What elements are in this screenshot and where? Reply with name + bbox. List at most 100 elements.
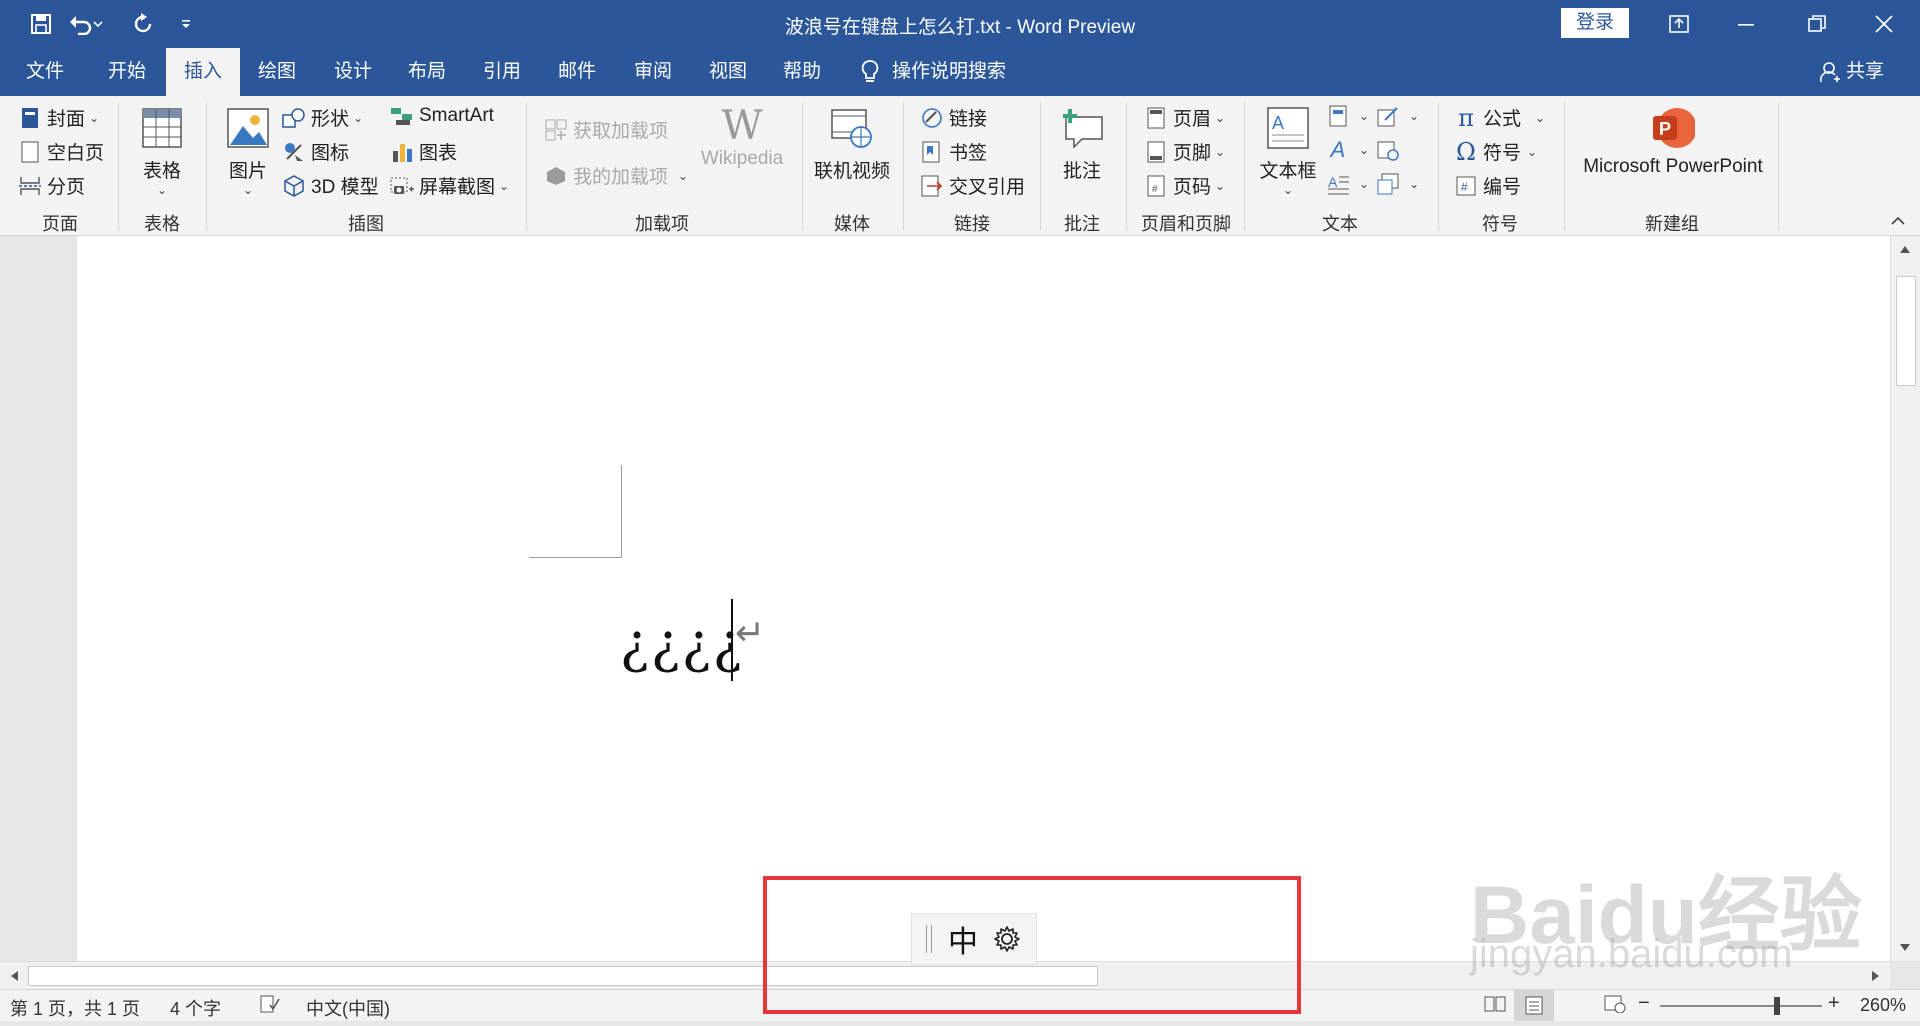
word-count[interactable]: 4 个字 [170, 995, 221, 1021]
3d-models-button[interactable]: 3D 模型 [282, 172, 379, 199]
wordart-button[interactable]: A ⌄ [1326, 137, 1369, 162]
proofing-icon[interactable] [260, 995, 280, 1018]
wikipedia-button[interactable]: W Wikipedia [696, 103, 788, 170]
tab-home[interactable]: 开始 [108, 48, 146, 96]
numbering-button[interactable]: # 编号 [1454, 172, 1521, 199]
group-separator [1778, 102, 1779, 230]
svg-text:#: # [1461, 180, 1468, 194]
blank-page-button[interactable]: 空白页 [18, 138, 104, 165]
footer-icon [1144, 140, 1168, 164]
tell-me-label: 操作说明搜索 [892, 61, 1007, 82]
zoom-out-button[interactable]: − [1638, 992, 1650, 1015]
document-text[interactable]: ¿¿¿¿ [620, 612, 744, 675]
text-box-icon: A [1266, 106, 1310, 150]
tab-file[interactable]: 文件 [26, 48, 64, 96]
paragraph-mark-icon: ↵ [735, 612, 766, 653]
group-separator [1040, 102, 1041, 230]
share-button[interactable]: 共享 [1820, 48, 1884, 96]
cover-page-icon [18, 106, 42, 130]
pictures-button[interactable]: 图片 ⌄ [224, 106, 272, 197]
tab-insert[interactable]: 插入 [166, 48, 240, 96]
group-label-tables: 表格 [144, 214, 180, 234]
group-separator [903, 102, 904, 230]
get-addins-button[interactable]: 获取加载项 [544, 116, 668, 143]
new-comment-button[interactable]: 批注 [1056, 106, 1108, 183]
symbol-button[interactable]: Ω 符号 ⌄ [1454, 137, 1537, 166]
print-layout-icon[interactable] [1514, 990, 1554, 1021]
quick-parts-button[interactable]: ⌄ [1326, 104, 1369, 128]
tab-help[interactable]: 帮助 [783, 48, 821, 96]
zoom-level[interactable]: 260% [1860, 995, 1906, 1016]
zoom-slider[interactable] [1660, 1005, 1822, 1007]
login-button[interactable]: 登录 [1561, 8, 1629, 38]
share-label: 共享 [1846, 61, 1885, 82]
calendar-icon [1376, 138, 1400, 162]
group-label-header-footer: 页眉和页脚 [1141, 214, 1231, 234]
group-separator [1564, 102, 1565, 230]
date-time-button[interactable] [1376, 138, 1405, 162]
microsoft-powerpoint-button[interactable]: P Microsoft PowerPoint [1578, 106, 1768, 178]
collapse-ribbon-icon[interactable] [1890, 214, 1906, 226]
minimize-icon[interactable] [1717, 0, 1775, 48]
group-label-new-group: 新建组 [1645, 214, 1699, 234]
bookmark-icon [920, 140, 944, 164]
zoom-slider-thumb[interactable] [1774, 997, 1780, 1015]
bookmark-button[interactable]: 书签 [920, 138, 987, 165]
group-label-symbols: 符号 [1482, 214, 1518, 234]
my-addins-button[interactable]: 我的加载项 ⌄ [544, 162, 688, 189]
icons-button[interactable]: 图标 [282, 138, 349, 165]
smartart-button[interactable]: SmartArt [390, 104, 494, 128]
page-number-icon: # [1144, 174, 1168, 198]
tab-draw[interactable]: 绘图 [258, 48, 296, 96]
zoom-in-button[interactable]: + [1828, 992, 1840, 1015]
tab-references[interactable]: 引用 [483, 48, 521, 96]
table-button[interactable]: 表格 ⌄ [138, 106, 186, 197]
object-button[interactable]: ⌄ [1376, 172, 1419, 196]
scroll-right-icon[interactable] [1866, 966, 1886, 986]
page-count[interactable]: 第 1 页，共 1 页 [10, 995, 140, 1021]
group-label-links: 链接 [954, 214, 990, 234]
close-icon[interactable] [1855, 0, 1913, 48]
number-icon: # [1454, 174, 1478, 198]
page-number-button[interactable]: # 页码 ⌄ [1144, 172, 1225, 199]
cross-reference-button[interactable]: 交叉引用 [920, 172, 1025, 199]
cube-icon [282, 174, 306, 198]
chart-button[interactable]: 图表 [390, 138, 457, 165]
tab-review[interactable]: 审阅 [634, 48, 672, 96]
tab-design[interactable]: 设计 [334, 48, 372, 96]
svg-text:A: A [1328, 174, 1338, 190]
language-status[interactable]: 中文(中国) [306, 995, 390, 1021]
equation-button[interactable]: π 公式 ⌄ [1454, 104, 1545, 132]
footer-button[interactable]: 页脚 ⌄ [1144, 138, 1225, 165]
read-mode-icon[interactable] [1484, 995, 1506, 1018]
web-layout-icon[interactable] [1604, 995, 1626, 1018]
online-video-button[interactable]: 联机视频 [814, 106, 890, 183]
document-page[interactable]: ¿¿¿¿ ↵ [77, 236, 1890, 961]
screenshot-button[interactable]: 屏幕截图 ⌄ [390, 172, 509, 199]
signature-line-button[interactable]: ⌄ [1376, 104, 1419, 128]
cover-page-button[interactable]: 封面 ⌄ [18, 104, 99, 131]
page-break-button[interactable]: 分页 [18, 172, 85, 199]
svg-text:#: # [1152, 184, 1158, 195]
restore-icon[interactable] [1788, 0, 1846, 48]
omega-icon: Ω [1456, 137, 1476, 166]
scroll-left-icon[interactable] [4, 966, 24, 986]
drop-cap-button[interactable]: A ⌄ [1326, 172, 1369, 196]
scroll-up-icon[interactable] [1895, 238, 1915, 260]
scroll-down-icon[interactable] [1895, 937, 1915, 959]
tell-me-search[interactable]: 操作说明搜索 [860, 48, 1006, 96]
tab-view[interactable]: 视图 [709, 48, 747, 96]
link-button[interactable]: 链接 [920, 104, 987, 131]
vertical-scrollbar[interactable] [1890, 236, 1920, 961]
text-box-button[interactable]: A 文本框 ⌄ [1258, 106, 1318, 197]
tab-mailings[interactable]: 邮件 [558, 48, 596, 96]
vertical-scroll-thumb[interactable] [1896, 276, 1916, 386]
person-icon [1820, 61, 1840, 83]
shapes-button[interactable]: 形状 ⌄ [282, 104, 363, 131]
table-icon [140, 106, 184, 150]
tab-layout[interactable]: 布局 [408, 48, 446, 96]
header-button[interactable]: 页眉 ⌄ [1144, 104, 1225, 131]
ribbon-display-options-icon[interactable] [1650, 0, 1708, 48]
svg-text:P: P [1659, 119, 1671, 139]
powerpoint-icon: P [1651, 106, 1695, 150]
